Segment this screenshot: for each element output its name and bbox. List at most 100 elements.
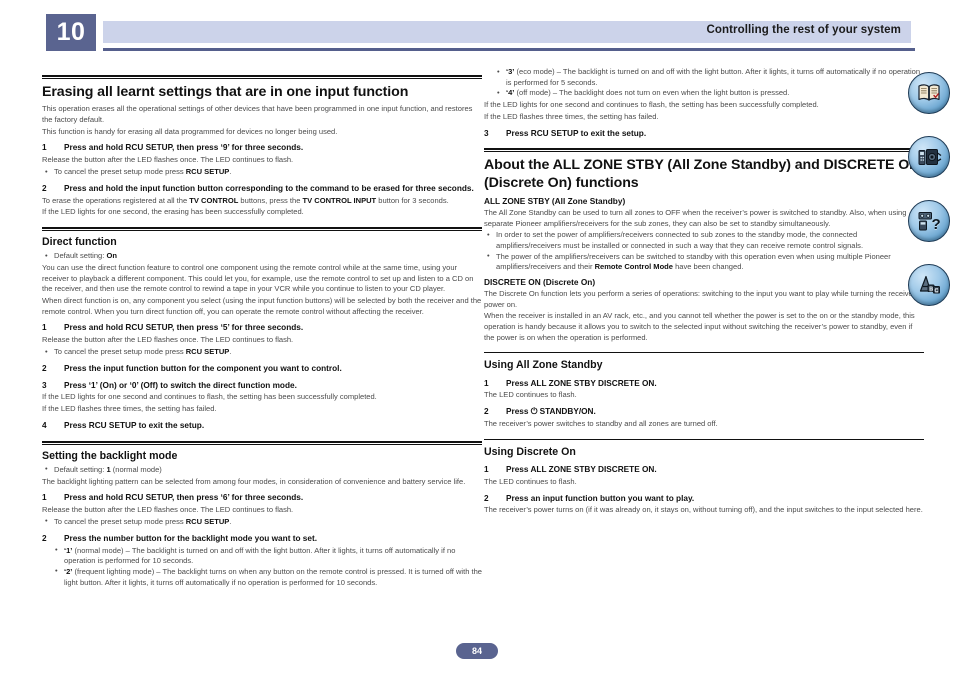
chapter-number: 10 bbox=[46, 14, 96, 51]
step-number: 2 bbox=[42, 533, 47, 543]
list-item: ‘2’ (frequent lighting mode) – The backl… bbox=[52, 566, 482, 588]
list-item: In order to set the power of amplifiers/… bbox=[484, 230, 924, 251]
backlight-mode-list-continued: ‘3’ (eco mode) – The backlight is turned… bbox=[494, 66, 924, 99]
step-number: 3 bbox=[42, 380, 47, 390]
step-text: Press an input function button you want … bbox=[506, 493, 695, 503]
svg-text:B: B bbox=[929, 286, 933, 292]
section-heading-backlight: Setting the backlight mode bbox=[42, 449, 178, 462]
step-text: Press ⏻ STANDBY/ON. bbox=[506, 407, 596, 417]
discrete-step-1: 1 Press ALL ZONE STBY DISCRETE ON. bbox=[484, 465, 924, 476]
text-mid: buttons, press the bbox=[238, 195, 303, 205]
bullet-post: . bbox=[229, 167, 232, 176]
left-column: Erasing all learnt settings that are in … bbox=[42, 66, 482, 589]
backlight-para-1: The backlight lighting pattern can be se… bbox=[42, 476, 466, 486]
list-item: The power of the amplifiers/receivers ca… bbox=[484, 251, 924, 273]
glossary-icon[interactable]: B C bbox=[908, 264, 950, 306]
allzone-step-2-body: The receiver’s power switches to standby… bbox=[484, 419, 718, 428]
step-text: Press the input function button for the … bbox=[64, 363, 342, 373]
icon-glyph bbox=[908, 136, 950, 178]
right-column: ‘3’ (eco mode) – The backlight is turned… bbox=[484, 66, 924, 517]
backlight-step-1-bullets: To cancel the preset setup mode press RC… bbox=[42, 516, 482, 528]
discrete-on-para-2: When the receiver is installed in an AV … bbox=[484, 311, 915, 342]
step-number: 3 bbox=[484, 128, 489, 138]
direct-function-para-2: When direct function is on, any componen… bbox=[42, 296, 482, 316]
section-divider bbox=[484, 352, 924, 354]
section-heading-direct-function: Direct function bbox=[42, 235, 117, 248]
connections-icon[interactable] bbox=[908, 136, 950, 178]
direct-function-step-1-bullets: To cancel the preset setup mode press RC… bbox=[42, 347, 482, 358]
section-heading-erasing: Erasing all learnt settings that are in … bbox=[42, 84, 409, 100]
direct-function-step-1-body: Release the button after the LED flashes… bbox=[42, 335, 294, 345]
section-divider bbox=[42, 226, 482, 231]
text-bold-1: TV CONTROL bbox=[189, 195, 239, 205]
direct-function-step-4: 4 Press RCU SETUP to exit the setup. bbox=[42, 421, 482, 432]
step-text: Press ALL ZONE STBY DISCRETE ON. bbox=[506, 378, 657, 388]
discrete-step-2-body: The receiver’s power turns on (if it was… bbox=[484, 505, 923, 515]
step-text: Press and hold RCU SETUP, then press ‘9’… bbox=[64, 143, 304, 153]
svg-text:?: ? bbox=[931, 216, 940, 232]
direct-function-default: Default setting: On bbox=[42, 251, 482, 262]
step-number: 1 bbox=[42, 143, 47, 153]
list-item: ‘1’ (normal mode) – The backlight is tur… bbox=[52, 545, 482, 567]
erasing-intro-1: This operation erases all the operationa… bbox=[42, 104, 473, 125]
step-number: 2 bbox=[42, 183, 47, 193]
section-divider bbox=[42, 440, 482, 445]
backlight-result-2: If the LED flashes three times, the sett… bbox=[484, 111, 659, 121]
erasing-step-1-body: Release the button after the LED flashes… bbox=[42, 155, 294, 165]
step-text: Press ‘1’ (On) or ‘0’ (Off) to switch th… bbox=[64, 380, 297, 390]
bullet-post: . bbox=[229, 347, 232, 357]
backlight-step-2: 2 Press the number button for the backli… bbox=[42, 534, 482, 545]
allzone-step-2: 2 Press ⏻ STANDBY/ON. bbox=[484, 407, 924, 418]
discrete-step-1-body: The LED continues to flash. bbox=[484, 476, 577, 486]
manual-page: 10 Controlling the rest of your system E… bbox=[0, 0, 954, 675]
step-text: Press the number button for the backligh… bbox=[64, 533, 318, 543]
mode-desc: (normal mode) – The backlight is turned … bbox=[64, 545, 456, 566]
side-navigation-icons: ? B C bbox=[908, 72, 954, 328]
step-number: 4 bbox=[42, 420, 47, 430]
backlight-step-1-body: Release the button after the LED flashes… bbox=[42, 505, 294, 515]
direct-function-step-3: 3 Press ‘1’ (On) or ‘0’ (Off) to switch … bbox=[42, 381, 482, 392]
mode-desc: (off mode) – The backlight does not turn… bbox=[514, 88, 790, 98]
section-heading-using-all-zone-standby: Using All Zone Standby bbox=[484, 359, 603, 372]
erasing-step-2-body-2: If the LED lights for one second, the er… bbox=[42, 207, 304, 217]
icon-glyph: ? bbox=[908, 200, 950, 242]
header-rule bbox=[103, 48, 915, 51]
step-text: Press and hold the input function button… bbox=[64, 183, 474, 193]
bullet-pre: To cancel the preset setup mode press bbox=[54, 516, 186, 526]
bullet-bold: RCU SETUP bbox=[185, 167, 230, 176]
icon-glyph bbox=[908, 72, 950, 114]
step-number: 1 bbox=[42, 493, 47, 503]
step-text: Press RCU SETUP to exit the setup. bbox=[64, 420, 205, 430]
backlight-step-1: 1 Press and hold RCU SETUP, then press ‘… bbox=[42, 493, 482, 504]
svg-text:C: C bbox=[934, 288, 938, 294]
step-text: Press and hold RCU SETUP, then press ‘5’… bbox=[64, 323, 304, 333]
manual-index-icon[interactable] bbox=[908, 72, 950, 114]
list-item: Default setting: 1 (normal mode) bbox=[42, 464, 482, 476]
backlight-step-3: 3 Press RCU SETUP to exit the setup. bbox=[484, 129, 924, 140]
section-divider bbox=[42, 75, 482, 79]
step-number: 2 bbox=[484, 493, 489, 503]
backlight-default: Default setting: 1 (normal mode) bbox=[42, 464, 482, 476]
erasing-step-1: 1 Press and hold RCU SETUP, then press ‘… bbox=[42, 143, 482, 154]
step-number: 2 bbox=[42, 363, 47, 373]
bullet-pre: To cancel the preset setup mode press bbox=[54, 167, 186, 176]
page-header: 10 Controlling the rest of your system bbox=[0, 0, 954, 60]
allzone-step-1-body: The LED continues to flash. bbox=[484, 390, 577, 400]
direct-function-step-3-body-2: If the LED flashes three times, the sett… bbox=[42, 404, 217, 414]
direct-function-step-1: 1 Press and hold RCU SETUP, then press ‘… bbox=[42, 323, 482, 334]
page-number-badge: 84 bbox=[456, 643, 498, 659]
step-text: Press RCU SETUP to exit the setup. bbox=[506, 128, 647, 138]
bullet-post: have been changed. bbox=[672, 262, 744, 272]
backlight-result-1: If the LED lights for one second and con… bbox=[484, 100, 819, 110]
default-pre: Default setting: bbox=[54, 464, 107, 474]
list-item: Default setting: On bbox=[42, 251, 482, 262]
bullet-bold: RCU SETUP bbox=[185, 516, 230, 526]
section-heading-using-discrete-on: Using Discrete On bbox=[484, 445, 576, 458]
step-number: 1 bbox=[484, 464, 489, 474]
troubleshooting-icon[interactable]: ? bbox=[908, 200, 950, 242]
all-zone-stby-para-1: The All Zone Standby can be used to turn… bbox=[484, 207, 907, 228]
default-pre: Default setting: bbox=[54, 251, 107, 261]
discrete-on-para-1: The Discrete On function lets you perfor… bbox=[484, 288, 921, 309]
list-item: ‘3’ (eco mode) – The backlight is turned… bbox=[494, 66, 924, 88]
step-number: 1 bbox=[484, 378, 489, 388]
